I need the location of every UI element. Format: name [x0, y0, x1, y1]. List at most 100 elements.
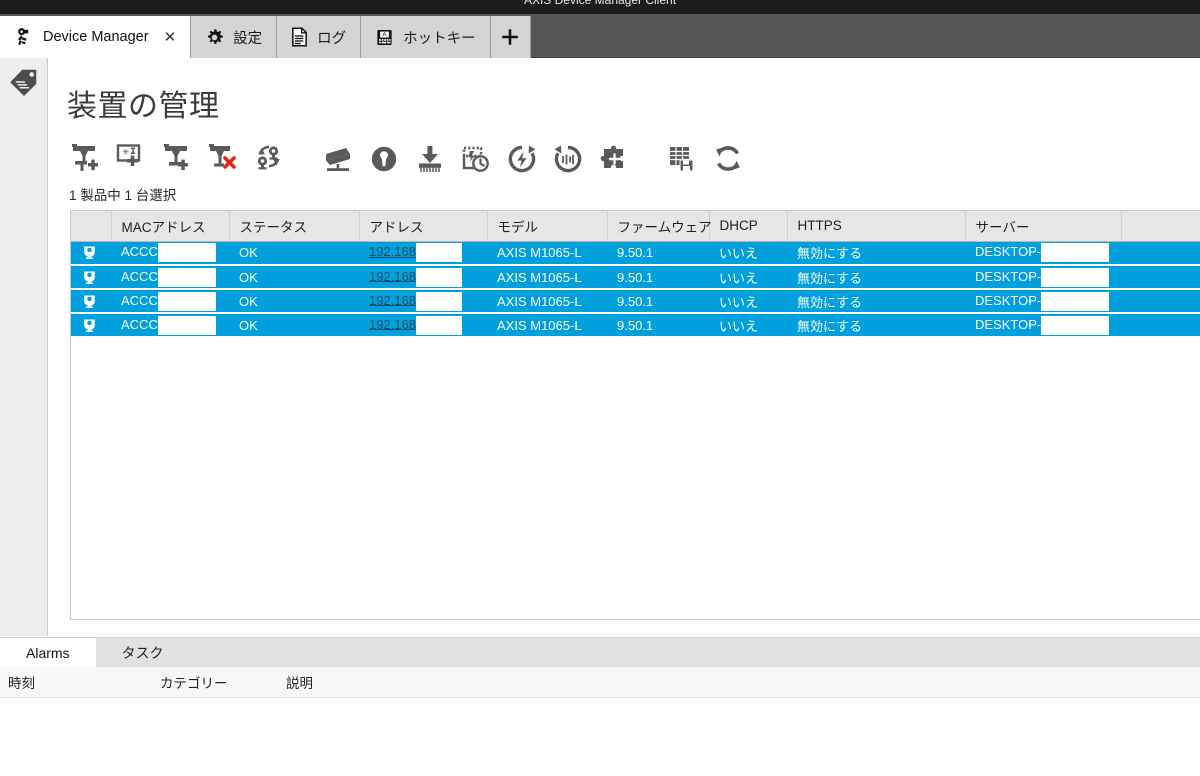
refresh-icon	[711, 144, 745, 174]
device-col-header-icon[interactable]	[71, 211, 112, 242]
toolbar-assign-ip-button[interactable]	[315, 137, 361, 181]
device-table-body: ACCC OK 192.168 AXIS M1065-L 9.50.1 いいえ無効にする D…	[71, 241, 1200, 337]
device-cell-firmware: 9.50.1	[617, 293, 654, 309]
alarms-col-header-category[interactable]: カテゴリー	[152, 672, 278, 692]
tab-device-manager[interactable]: Device Manager ✕	[0, 16, 192, 58]
schedule-upgrade-icon	[459, 144, 493, 174]
add-tab-button[interactable]	[490, 16, 531, 58]
tab-label: ログ	[317, 30, 347, 47]
toolbar-restart-device-button[interactable]	[499, 137, 545, 181]
svg-text:A: A	[383, 32, 387, 38]
rail-item-tags[interactable]	[0, 58, 48, 106]
device-address-link[interactable]: 192.168	[369, 244, 416, 259]
device-address-link[interactable]: 192.168	[369, 292, 416, 307]
device-cell-mac: ACCC	[111, 265, 229, 289]
device-row-icon-cell	[71, 241, 111, 265]
device-cell-address[interactable]: 192.168	[359, 265, 487, 289]
toolbar-user-credentials-button[interactable]	[361, 137, 407, 181]
device-col-header-mac[interactable]: MACアドレス	[111, 211, 230, 242]
server-prefix: DESKTOP-	[975, 292, 1042, 308]
device-cell-spare	[1121, 265, 1200, 289]
device-col-header-server[interactable]: サーバー	[965, 211, 1122, 242]
device-table: MACアドレス ステータス アドレス モデル ファームウェア DHCP HTTPS サーバー …	[71, 211, 1200, 338]
device-cell-dhcp: いいえ	[719, 246, 759, 262]
toolbar-add-device-plus-button[interactable]	[155, 137, 201, 181]
device-cell-model: AXIS M1065-L	[497, 317, 582, 333]
add-device-plus-icon	[161, 144, 195, 174]
device-cell-spare	[1121, 241, 1200, 265]
device-cell-firmware: 9.50.1	[617, 317, 654, 333]
redaction-block-ip	[416, 315, 462, 335]
device-address-link[interactable]: 192.168	[369, 316, 416, 331]
bottom-tab-list: Alarms タスク	[0, 638, 1200, 667]
device-cell-status: OK	[239, 317, 258, 333]
document-icon	[291, 27, 308, 47]
device-table-head: MACアドレス ステータス アドレス モデル ファームウェア DHCP HTTPS サーバー	[71, 211, 1200, 242]
page-title: 装置の管理	[67, 90, 220, 123]
alarms-col-header-time[interactable]: 時刻	[0, 672, 152, 692]
toolbar-schedule-upgrade-button[interactable]	[453, 137, 499, 181]
bottom-tab-tasks[interactable]: タスク	[95, 638, 190, 667]
device-cell-server: DESKTOP-	[965, 289, 1121, 313]
device-cell-mac: ACCC	[111, 241, 229, 265]
restart-device-icon	[505, 144, 539, 174]
keyboard-icon: A	[375, 28, 394, 47]
tab-logs[interactable]: ログ	[277, 16, 362, 58]
device-table-container[interactable]: MACアドレス ステータス アドレス モデル ファームウェア DHCP HTTPS サーバー …	[70, 210, 1200, 620]
tab-settings[interactable]: 設定	[191, 16, 278, 58]
alarms-table-body[interactable]	[0, 698, 1200, 776]
close-icon[interactable]: ✕	[164, 30, 177, 45]
device-cell-address[interactable]: 192.168	[359, 313, 487, 337]
camera-icon	[81, 269, 111, 286]
device-col-header-firmware[interactable]: ファームウェア	[607, 211, 712, 242]
toolbar-refresh-button[interactable]	[705, 137, 751, 181]
device-row[interactable]: ACCC OK 192.168 AXIS M1065-L 9.50.1 いいえ 無効にする D…	[71, 241, 1200, 265]
mac-prefix: ACCC	[121, 268, 158, 284]
device-count-label: 1 製品中 1 台選択	[69, 188, 177, 203]
redaction-block-ip	[416, 291, 462, 311]
tab-hotkeys[interactable]: A ホットキー	[361, 16, 491, 58]
bottom-panel: Alarms タスク 時刻 カテゴリー 説明	[0, 637, 1200, 776]
toolbar-add-device-button[interactable]	[63, 137, 109, 181]
alarms-table-header: 時刻 カテゴリー 説明	[0, 667, 1200, 698]
server-prefix: DESKTOP-	[975, 316, 1042, 332]
device-cell-spare	[1121, 289, 1200, 313]
server-prefix: DESKTOP-	[975, 268, 1042, 284]
mac-prefix: ACCC	[121, 316, 158, 332]
toolbar-install-application-button[interactable]	[591, 137, 637, 181]
device-cell-spare	[1121, 313, 1200, 337]
camera-icon	[81, 293, 111, 310]
redaction-block-mac	[157, 243, 216, 263]
device-cell-mac: ACCC	[111, 289, 229, 313]
device-col-header-spare[interactable]	[1121, 211, 1200, 242]
redaction-block-mac	[157, 315, 216, 335]
toolbar-backup-button[interactable]	[659, 137, 705, 181]
device-col-header-address[interactable]: アドレス	[359, 211, 488, 242]
redaction-block-mac	[157, 291, 216, 311]
alarms-col-header-description[interactable]: 説明	[278, 672, 678, 692]
camera-person-icon	[14, 27, 34, 47]
device-col-header-dhcp[interactable]: DHCP	[709, 211, 788, 242]
toolbar-replace-device-button[interactable]	[247, 137, 293, 181]
device-col-header-https[interactable]: HTTPS	[787, 211, 966, 242]
device-col-header-status[interactable]: ステータス	[229, 211, 360, 242]
device-cell-address[interactable]: 192.168	[359, 289, 487, 313]
device-row[interactable]: ACCC OK 192.168 AXIS M1065-L 9.50.1 いいえ 無効にする D…	[71, 265, 1200, 289]
bottom-tab-alarms[interactable]: Alarms	[0, 638, 96, 667]
device-address-link[interactable]: 192.168	[369, 268, 416, 283]
plus-icon	[499, 26, 521, 48]
device-col-header-model[interactable]: モデル	[487, 211, 608, 242]
toolbar-restore-device-button[interactable]	[545, 137, 591, 181]
device-row[interactable]: ACCC OK 192.168 AXIS M1065-L 9.50.1 いいえ 無効にする D…	[71, 313, 1200, 337]
toolbar-add-device-manually-button[interactable]: ✳	[109, 137, 155, 181]
device-cell-model: AXIS M1065-L	[497, 269, 582, 285]
camera-icon	[81, 317, 111, 334]
device-cell-model: AXIS M1065-L	[497, 293, 582, 309]
device-cell-address[interactable]: 192.168	[359, 241, 487, 265]
toolbar-install-firmware-button[interactable]	[407, 137, 453, 181]
device-row[interactable]: ACCC OK 192.168 AXIS M1065-L 9.50.1 いいえ 無効にする D…	[71, 289, 1200, 313]
redaction-block-server	[1041, 315, 1110, 335]
window-title: AXIS Device Manager Client	[523, 0, 677, 7]
device-cell-https: 無効にする	[797, 270, 863, 286]
toolbar-remove-device-button[interactable]	[201, 137, 247, 181]
